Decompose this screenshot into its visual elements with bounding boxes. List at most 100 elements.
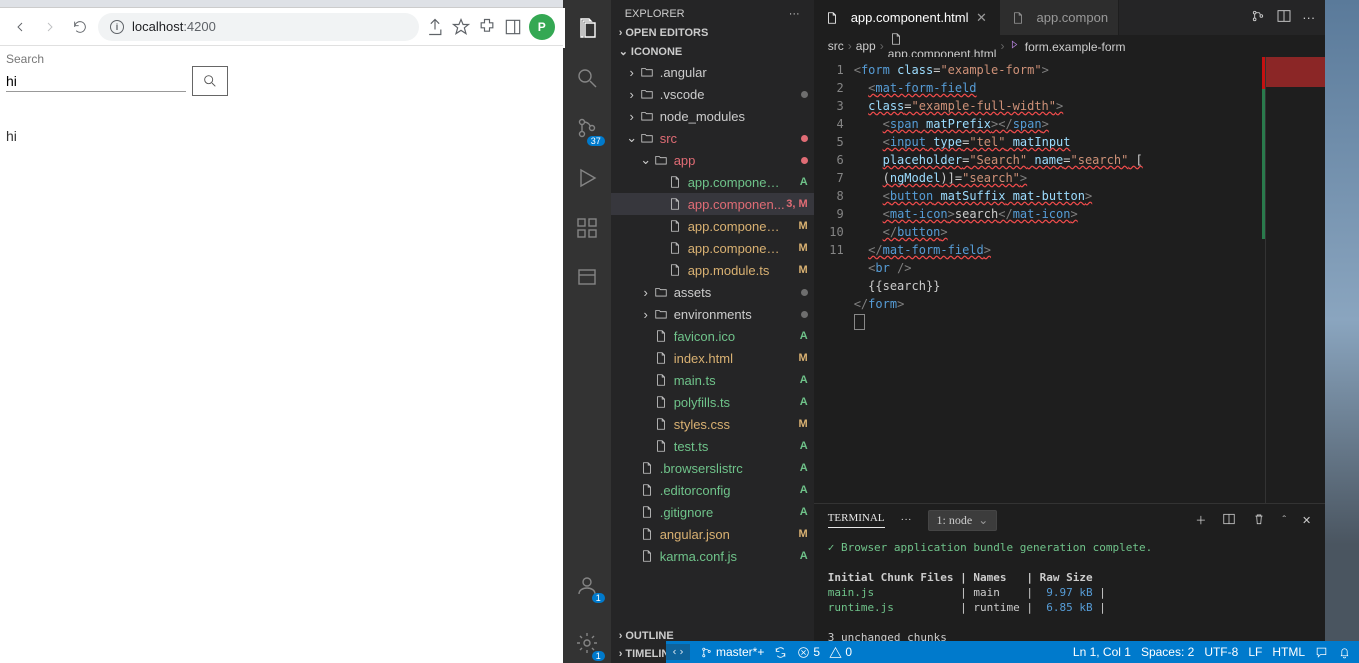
sync-button[interactable]	[774, 646, 787, 659]
site-info-icon[interactable]: i	[110, 20, 124, 34]
breadcrumb-item[interactable]: app	[856, 39, 876, 53]
bookmark-icon[interactable]	[451, 17, 471, 37]
profile-avatar[interactable]: P	[529, 14, 555, 40]
file-tree: ›.angular›.vscode›node_modules⌄src⌄appap…	[611, 61, 814, 627]
desktop-wallpaper	[1325, 0, 1359, 641]
file-item[interactable]: test.tsA	[611, 435, 814, 457]
eol[interactable]: LF	[1248, 645, 1262, 659]
split-terminal-icon[interactable]	[1222, 512, 1236, 529]
folder-item[interactable]: ›environments	[611, 303, 814, 325]
compare-changes-icon[interactable]	[1250, 8, 1266, 27]
indentation[interactable]: Spaces: 2	[1141, 645, 1194, 659]
forward-button[interactable]	[38, 15, 62, 39]
explorer-header: EXPLORER ···	[611, 0, 814, 24]
terminal-selector[interactable]: 1: node⌄	[928, 510, 998, 531]
folder-item[interactable]: ⌄src	[611, 127, 814, 149]
overview-ruler-error	[1262, 57, 1265, 89]
remote-button[interactable]	[666, 644, 690, 660]
more-icon[interactable]: ···	[789, 8, 800, 20]
split-editor-icon[interactable]	[1276, 8, 1292, 27]
file-item[interactable]: main.tsA	[611, 369, 814, 391]
branch-indicator[interactable]: master*+	[700, 645, 764, 659]
close-panel-icon[interactable]: ✕	[1302, 514, 1311, 527]
breadcrumb-item[interactable]: form.example-form	[1008, 38, 1125, 54]
file-item[interactable]: polyfills.tsA	[611, 391, 814, 413]
search-icon[interactable]	[563, 58, 611, 98]
folder-item[interactable]: ⌄app	[611, 149, 814, 171]
run-debug-icon[interactable]	[563, 158, 611, 198]
explorer-title: EXPLORER	[625, 8, 685, 20]
settings-badge: 1	[592, 651, 605, 661]
explorer-icon[interactable]	[563, 8, 611, 48]
breadcrumb-item[interactable]: src	[828, 39, 844, 53]
breadcrumbs[interactable]: src › app › app.component.html › form.ex…	[814, 35, 1326, 57]
file-item[interactable]: app.componen...3, M	[611, 193, 814, 215]
minimap[interactable]	[1265, 57, 1325, 503]
url-port: :4200	[183, 19, 216, 34]
activity-bar: 37 1 1	[563, 0, 611, 663]
tab-more-icon[interactable]: ···	[1302, 10, 1315, 25]
search-button[interactable]	[192, 66, 228, 96]
file-item[interactable]: app.component.s...M	[611, 237, 814, 259]
folder-item[interactable]: ›.vscode	[611, 83, 814, 105]
file-item[interactable]: app.component.tsM	[611, 215, 814, 237]
file-item[interactable]: index.htmlM	[611, 347, 814, 369]
file-item[interactable]: app.module.tsM	[611, 259, 814, 281]
share-icon[interactable]	[425, 17, 445, 37]
browser-toolbar: i localhost:4200 P	[0, 8, 563, 46]
address-bar[interactable]: i localhost:4200	[98, 13, 419, 41]
file-item[interactable]: .browserslistrcA	[611, 457, 814, 479]
accounts-icon[interactable]: 1	[563, 565, 611, 605]
file-item[interactable]: styles.cssM	[611, 413, 814, 435]
kill-terminal-icon[interactable]	[1252, 512, 1266, 529]
extensions-activity-icon[interactable]	[563, 208, 611, 248]
folder-item[interactable]: ›.angular	[611, 61, 814, 83]
back-button[interactable]	[8, 15, 32, 39]
chevron-down-icon: ⌄	[619, 45, 628, 58]
panel-header: TERMINAL ··· 1: node⌄ ＋ ˆ ✕	[814, 504, 1326, 536]
maximize-panel-icon[interactable]: ˆ	[1282, 514, 1286, 526]
preview-icon[interactable]	[563, 258, 611, 298]
search-output: hi	[6, 128, 557, 144]
folder-item[interactable]: ›assets	[611, 281, 814, 303]
settings-gear-icon[interactable]: 1	[563, 623, 611, 663]
cursor-position[interactable]: Ln 1, Col 1	[1073, 645, 1131, 659]
chevron-right-icon: ›	[619, 630, 623, 642]
chevron-right-icon: ›	[619, 648, 623, 660]
editor-tabs: app.component.html✕app.compon ···	[814, 0, 1326, 35]
terminal-tab[interactable]: TERMINAL	[828, 512, 885, 528]
editor-tab[interactable]: app.compon	[1000, 0, 1120, 35]
panel-more-icon[interactable]: ···	[901, 514, 912, 526]
gutter: 1234567891011	[814, 57, 854, 503]
search-input[interactable]	[6, 71, 186, 92]
chevron-right-icon: ›	[619, 27, 623, 39]
language-mode[interactable]: HTML	[1272, 645, 1305, 659]
file-item[interactable]: .editorconfigA	[611, 479, 814, 501]
new-terminal-icon[interactable]: ＋	[1195, 512, 1206, 528]
problems-indicator[interactable]: 5 0	[797, 645, 852, 659]
open-editors-section[interactable]: ›OPEN EDITORS	[611, 24, 814, 42]
folder-item[interactable]: ›node_modules	[611, 105, 814, 127]
encoding[interactable]: UTF-8	[1204, 645, 1238, 659]
notifications-icon[interactable]	[1338, 646, 1351, 659]
page-content: Search hi	[0, 46, 563, 663]
close-tab-icon[interactable]: ✕	[975, 11, 989, 25]
editor-tab[interactable]: app.component.html✕	[814, 0, 1000, 35]
overview-ruler-modified	[1262, 89, 1265, 239]
extensions-icon[interactable]	[477, 17, 497, 37]
code-area[interactable]: <form class="example-form"> <mat-form-fi…	[854, 57, 1266, 503]
accounts-badge: 1	[592, 593, 605, 603]
file-item[interactable]: favicon.icoA	[611, 325, 814, 347]
status-bar: master*+ 5 0 Ln 1, Col 1 Spaces: 2 UTF-8…	[666, 641, 1359, 663]
file-item[interactable]: angular.jsonM	[611, 523, 814, 545]
file-item[interactable]: karma.conf.jsA	[611, 545, 814, 567]
browser-window: i localhost:4200 P Search hi	[0, 0, 563, 663]
side-panel-icon[interactable]	[503, 17, 523, 37]
file-item[interactable]: .gitignoreA	[611, 501, 814, 523]
feedback-icon[interactable]	[1315, 646, 1328, 659]
file-item[interactable]: app.component.cssA	[611, 171, 814, 193]
source-control-icon[interactable]: 37	[563, 108, 611, 148]
reload-button[interactable]	[68, 15, 92, 39]
project-root[interactable]: ⌄ICONONE	[611, 42, 814, 61]
editor[interactable]: 1234567891011 <form class="example-form"…	[814, 57, 1326, 503]
